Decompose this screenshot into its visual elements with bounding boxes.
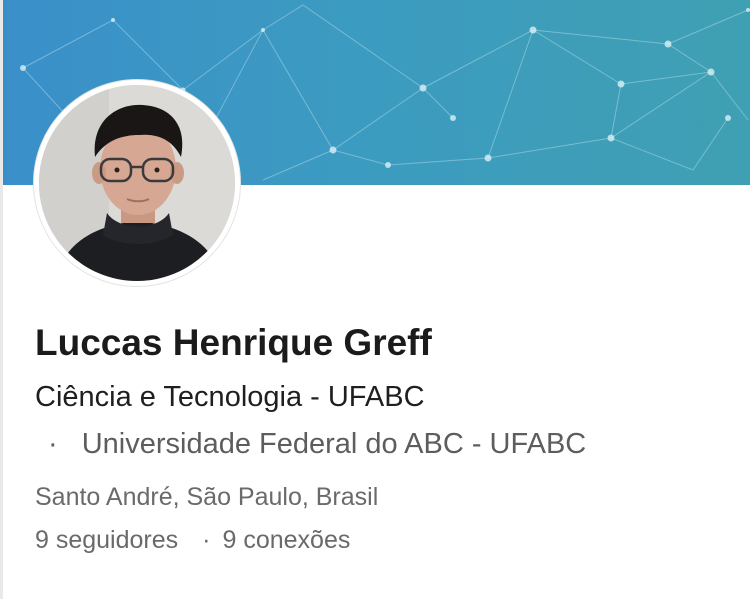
education-label: Universidade Federal do ABC - UFABC <box>81 428 587 460</box>
profile-headline: Ciência e Tecnologia - UFABC <box>35 381 425 413</box>
education-bullet: · <box>48 428 58 460</box>
followers-link[interactable]: 9 seguidores <box>35 526 178 554</box>
stats-separator: · <box>202 526 211 554</box>
connections-link[interactable]: 9 conexões <box>222 526 350 554</box>
person-portrait-graphic <box>39 85 235 281</box>
profile-education[interactable]: · Universidade Federal do ABC - UFABC <box>48 428 586 461</box>
profile-stats: 9 seguidores · 9 conexões <box>35 526 350 555</box>
profile-avatar[interactable] <box>34 80 240 286</box>
profile-name: Luccas Henrique Greff <box>35 322 432 363</box>
profile-location: Santo André, São Paulo, Brasil <box>35 483 379 511</box>
avatar-photo <box>39 85 235 281</box>
profile-card: Luccas Henrique Greff Ciência e Tecnolog… <box>0 0 750 599</box>
